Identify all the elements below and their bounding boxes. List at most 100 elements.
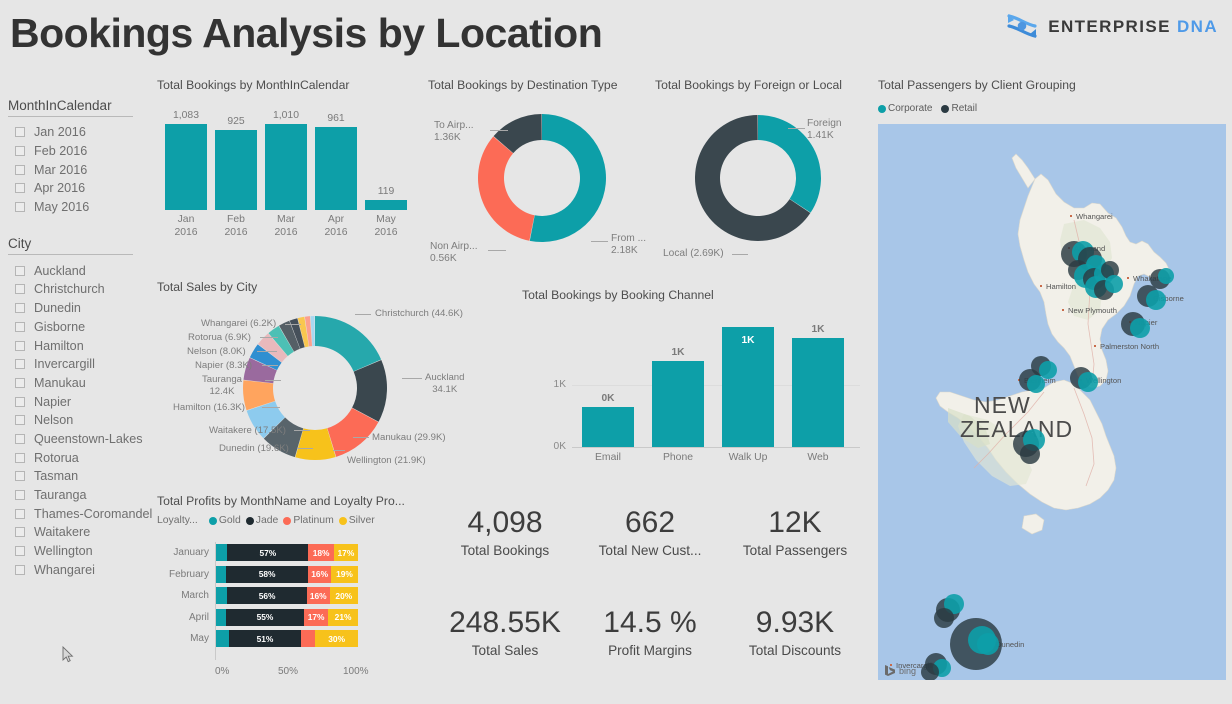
bar[interactable]: [315, 127, 357, 210]
bar-column[interactable]: 0K: [582, 318, 634, 447]
slicer-item-city-gisborne[interactable]: Gisborne: [8, 318, 153, 337]
map-legend-item-corporate[interactable]: Corporate: [878, 103, 932, 114]
kpi-card-total-discounts[interactable]: 9.93K Total Discounts: [722, 605, 868, 658]
checkbox-icon[interactable]: [15, 377, 25, 388]
stacked-segment-silver[interactable]: 30%: [315, 630, 358, 648]
slicer-item-city-tauranga[interactable]: Tauranga: [8, 486, 153, 505]
checkbox-icon[interactable]: [15, 127, 25, 138]
bar-column[interactable]: 119: [365, 110, 407, 210]
slicer-item-city-waitakere[interactable]: Waitakere: [8, 523, 153, 542]
checkbox-icon[interactable]: [15, 490, 25, 501]
slicer-item-city-auckland[interactable]: Auckland: [8, 261, 153, 280]
donut-slice[interactable]: [315, 316, 382, 372]
slicer-item-month-jan-2016[interactable]: Jan 2016: [8, 123, 153, 142]
stacked-segment-silver[interactable]: 17%: [333, 544, 358, 561]
slicer-item-month-may-2016[interactable]: May 2016: [8, 198, 153, 217]
slicer-item-city-nelson[interactable]: Nelson: [8, 411, 153, 430]
bar[interactable]: [582, 407, 634, 447]
stacked-segment-platinum[interactable]: [301, 630, 316, 648]
map-bubble-retail[interactable]: [1020, 444, 1040, 464]
bar[interactable]: [365, 199, 407, 210]
kpi-card-total-sales[interactable]: 248.55K Total Sales: [432, 605, 578, 658]
slicer-item-city-tasman[interactable]: Tasman: [8, 467, 153, 486]
checkbox-icon[interactable]: [15, 396, 25, 407]
stacked-segment-silver[interactable]: 19%: [331, 565, 358, 583]
legend-item-platinum[interactable]: Platinum: [283, 515, 334, 526]
slicer-list-month[interactable]: Jan 2016 Feb 2016 Mar 2016 Apr 2016 May 2016: [8, 123, 153, 216]
stacked-segment-gold[interactable]: [216, 630, 229, 648]
stacked-bar-row[interactable]: May 51% 30%: [190, 630, 358, 648]
bookings-by-destination-type-chart[interactable]: Total Bookings by Destination Type To Ai…: [428, 78, 656, 278]
bar-column[interactable]: 1K: [652, 318, 704, 447]
bar-column[interactable]: 1,083: [165, 110, 207, 210]
bar[interactable]: [652, 360, 704, 447]
map-canvas[interactable]: NEW ZEALAND WhangareiAucklandHamiltonWha…: [878, 124, 1226, 680]
bar[interactable]: 1K: [722, 327, 774, 447]
stacked-segment-gold[interactable]: [216, 565, 226, 583]
checkbox-icon[interactable]: [15, 415, 25, 426]
checkbox-icon[interactable]: [15, 321, 25, 332]
checkbox-icon[interactable]: [15, 340, 25, 351]
stacked-segment-silver[interactable]: 21%: [328, 608, 358, 626]
checkbox-icon[interactable]: [15, 359, 25, 370]
checkbox-icon[interactable]: [15, 265, 25, 276]
bar[interactable]: [215, 130, 257, 210]
stacked-segment-silver[interactable]: 20%: [329, 587, 358, 605]
map-bubble-retail[interactable]: [921, 663, 939, 680]
stacked-bar-row[interactable]: April 55% 17% 21%: [189, 608, 358, 626]
bar[interactable]: [165, 124, 207, 210]
slicer-item-city-wellington[interactable]: Wellington: [8, 542, 153, 561]
kpi-card-profit-margins[interactable]: 14.5 % Profit Margins: [577, 605, 723, 658]
kpi-card-total-bookings[interactable]: 4,098 Total Bookings: [432, 505, 578, 558]
stacked-segment-platinum[interactable]: 16%: [306, 587, 330, 605]
passengers-by-client-grouping-map[interactable]: Total Passengers by Client Grouping Corp…: [878, 78, 1226, 680]
kpi-card-total-passengers[interactable]: 12K Total Passengers: [722, 505, 868, 558]
map-bubble-corporate[interactable]: [1130, 318, 1150, 338]
map-legend[interactable]: Corporate Retail: [878, 103, 977, 114]
sales-by-city-chart[interactable]: Total Sales by City Christchurch (44.6K)…: [157, 280, 502, 480]
stacked-segment-jade[interactable]: 55%: [225, 608, 305, 626]
checkbox-icon[interactable]: [15, 202, 25, 213]
checkbox-icon[interactable]: [15, 564, 25, 575]
stacked-segment-platinum[interactable]: 18%: [308, 544, 334, 561]
checkbox-icon[interactable]: [15, 546, 25, 557]
map-bubble-corporate[interactable]: [1078, 372, 1098, 392]
slicer-item-month-apr-2016[interactable]: Apr 2016: [8, 179, 153, 198]
stacked-segment-gold[interactable]: [216, 608, 226, 626]
slicer-item-city-napier[interactable]: Napier: [8, 392, 153, 411]
bookings-by-foreign-or-local-chart[interactable]: Total Bookings by Foreign or Local Forei…: [655, 78, 883, 278]
slicer-item-month-mar-2016[interactable]: Mar 2016: [8, 160, 153, 179]
bar-column[interactable]: 961: [315, 110, 357, 210]
slicer-list-city[interactable]: Auckland Christchurch Dunedin Gisborne Hamil…: [8, 261, 153, 579]
slicer-item-city-dunedin[interactable]: Dunedin: [8, 299, 153, 318]
bookings-by-channel-chart[interactable]: Total Bookings by Booking Channel 1K 0K …: [522, 288, 867, 478]
map-bubble-corporate[interactable]: [977, 633, 999, 655]
map-legend-item-retail[interactable]: Retail: [941, 103, 977, 114]
bar-column[interactable]: 1,010: [265, 110, 307, 210]
slicer-item-month-feb-2016[interactable]: Feb 2016: [8, 142, 153, 161]
stacked-segment-jade[interactable]: 58%: [225, 565, 309, 583]
bar-column[interactable]: 1K: [792, 318, 844, 447]
checkbox-icon[interactable]: [15, 183, 25, 194]
stacked-segment-gold[interactable]: [216, 587, 228, 605]
stacked-segment-jade[interactable]: 57%: [227, 544, 309, 561]
bookings-by-month-chart[interactable]: Total Bookings by MonthInCalendar 1,083 9…: [157, 78, 417, 248]
checkbox-icon[interactable]: [15, 452, 25, 463]
slicer-item-city-christchurch[interactable]: Christchurch: [8, 280, 153, 299]
map-bubble-corporate[interactable]: [1146, 290, 1166, 310]
checkbox-icon[interactable]: [15, 527, 25, 538]
map-bubble-retail[interactable]: [934, 608, 954, 628]
stacked-bar-row[interactable]: January 57% 18% 17%: [173, 544, 358, 561]
slicer-item-city-queenstown-lakes[interactable]: Queenstown-Lakes: [8, 430, 153, 449]
slicer-item-city-thames-coromandel[interactable]: Thames-Coromandel: [8, 504, 153, 523]
map-bubble-corporate[interactable]: [1158, 268, 1174, 284]
slicer-item-city-whangarei[interactable]: Whangarei: [8, 560, 153, 579]
legend-item-silver[interactable]: Silver: [338, 515, 375, 526]
checkbox-icon[interactable]: [15, 471, 25, 482]
chart-legend[interactable]: Loyalty... Gold Jade Platinum Silver: [157, 515, 375, 526]
bar[interactable]: [792, 338, 844, 447]
checkbox-icon[interactable]: [15, 433, 25, 444]
checkbox-icon[interactable]: [15, 508, 25, 519]
map-bubble-corporate[interactable]: [1027, 375, 1045, 393]
checkbox-icon[interactable]: [15, 303, 25, 314]
